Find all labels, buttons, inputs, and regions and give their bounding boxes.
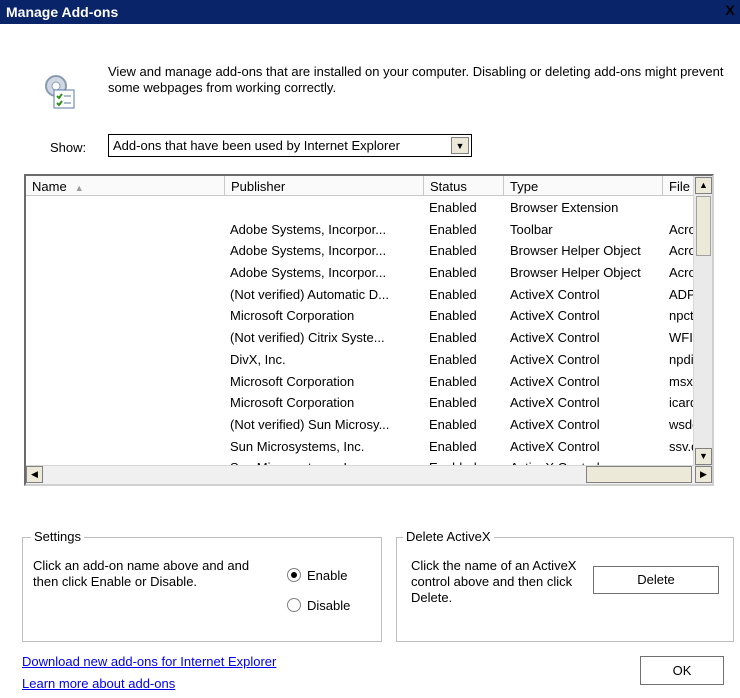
addon-status: Enabled xyxy=(429,243,477,259)
addon-file: ADPClie xyxy=(669,286,694,302)
addon-type: Browser Extension xyxy=(510,200,619,215)
column-header-status[interactable]: Status xyxy=(424,176,504,196)
settings-group: Settings Click an add-on name above and … xyxy=(22,529,382,642)
addon-status: Enabled xyxy=(429,286,477,302)
column-header-name[interactable]: Name ▲ xyxy=(26,176,225,196)
addons-table: Name▲ Publisher Status Type File {E2E2DD… xyxy=(24,174,714,486)
addon-file: wsdete xyxy=(669,416,694,432)
table-header: Name ▲ Publisher Status Type File xyxy=(26,176,694,196)
table-row[interactable]: Free Threaded XML DO...Microsoft Corpora… xyxy=(26,371,694,393)
settings-legend: Settings xyxy=(31,529,84,544)
table-row[interactable]: ADPClient Class(Not verified) Automatic … xyxy=(26,284,694,306)
delete-activex-group: Delete ActiveX Click the name of an Acti… xyxy=(396,529,734,642)
delete-activex-instructions: Click the name of an ActiveX control abo… xyxy=(411,558,577,605)
table-row[interactable]: {E2E2DD38-D088-4134...EnabledBrowser Ext… xyxy=(26,197,694,219)
column-header-file[interactable]: File xyxy=(663,176,694,196)
show-selected-value: Add-ons that have been used by Internet … xyxy=(113,138,400,153)
settings-instructions: Click an add-on name above and and then … xyxy=(33,558,250,589)
table-row[interactable]: InformationCardSigninH...Microsoft Corpo… xyxy=(26,392,694,414)
addon-type: ActiveX Control xyxy=(510,373,600,389)
table-row[interactable]: Citrix ICA Client(Not verified) Citrix S… xyxy=(26,327,694,349)
addon-publisher: Microsoft Corporation xyxy=(230,373,355,389)
addon-publisher: (Not verified) Automatic D... xyxy=(230,286,389,302)
addon-status: Enabled xyxy=(429,221,477,237)
chevron-down-icon[interactable]: ▼ xyxy=(451,137,469,154)
sort-ascending-icon: ▲ xyxy=(74,183,84,193)
show-dropdown[interactable]: Add-ons that have been used by Internet … xyxy=(108,134,472,157)
addon-publisher: Adobe Systems, Incorpor... xyxy=(230,243,387,259)
addon-publisher: Adobe Systems, Incorpor... xyxy=(230,221,387,237)
addon-status: Enabled xyxy=(429,438,477,454)
scroll-up-icon[interactable]: ▲ xyxy=(695,177,712,194)
table-row[interactable]: AgControl ClassMicrosoft CorporationEnab… xyxy=(26,305,694,327)
learn-more-link[interactable]: Learn more about add-ons xyxy=(22,676,175,691)
radio-selected-icon xyxy=(287,568,301,582)
addon-type: ActiveX Control xyxy=(510,351,600,367)
addons-gear-icon xyxy=(40,72,78,110)
addon-type: Browser Helper Object xyxy=(510,265,641,281)
vertical-scroll-thumb[interactable] xyxy=(696,196,711,256)
horizontal-scroll-thumb[interactable] xyxy=(586,466,692,483)
addon-file: npctrl.1 xyxy=(669,308,694,324)
addon-type: Toolbar xyxy=(510,221,553,237)
download-addons-link[interactable]: Download new add-ons for Internet Explor… xyxy=(22,654,276,669)
scroll-down-icon[interactable]: ▼ xyxy=(695,448,712,465)
addon-type: ActiveX Control xyxy=(510,438,600,454)
table-row[interactable]: Java Plug-in 1.4.2_12Sun Microsystems, I… xyxy=(26,436,694,458)
addon-status: Enabled xyxy=(429,308,477,324)
horizontal-scrollbar[interactable]: ◀ ▶ xyxy=(26,465,712,484)
addon-publisher: (Not verified) Sun Microsy... xyxy=(230,416,390,432)
window-title: Manage Add-ons xyxy=(6,4,119,20)
title-bar: Manage Add-ons xyxy=(0,0,740,24)
table-row[interactable]: Adobe PDFAdobe Systems, Incorpor...Enabl… xyxy=(26,219,694,241)
addon-status: Enabled xyxy=(429,373,477,389)
addon-file: AcroIEH xyxy=(669,265,694,281)
show-label: Show: xyxy=(50,140,87,155)
addon-type: ActiveX Control xyxy=(510,416,600,432)
enable-radio[interactable]: Enable xyxy=(287,568,347,583)
table-row[interactable]: Adobe PDF Conversion ...Adobe Systems, I… xyxy=(26,240,694,262)
addon-status: Enabled xyxy=(429,330,477,346)
addon-status: Enabled xyxy=(429,265,477,281)
scroll-right-icon[interactable]: ▶ xyxy=(695,466,712,483)
close-button[interactable]: X xyxy=(722,2,738,18)
addon-file: npdivx3 xyxy=(669,351,694,367)
header-description: View and manage add-ons that are install… xyxy=(108,64,724,95)
addon-type: ActiveX Control xyxy=(510,330,600,346)
radio-unselected-icon xyxy=(287,598,301,612)
addon-publisher: (Not verified) Citrix Syste... xyxy=(230,330,385,346)
addon-type: ActiveX Control xyxy=(510,286,600,302)
disable-radio[interactable]: Disable xyxy=(287,598,350,613)
vertical-scrollbar[interactable]: ▲ ▼ xyxy=(693,176,712,465)
addon-status: Enabled xyxy=(429,395,477,411)
scroll-left-icon[interactable]: ◀ xyxy=(26,466,43,483)
addon-type: ActiveX Control xyxy=(510,395,600,411)
addon-file: WFICA xyxy=(669,330,694,346)
addon-file: msxml3 xyxy=(669,373,694,389)
addon-publisher: Sun Microsystems, Inc. xyxy=(230,438,365,454)
addon-publisher: Microsoft Corporation xyxy=(230,395,355,411)
table-row[interactable]: DivXBrowserPlugin ObjectDivX, Inc.Enable… xyxy=(26,349,694,371)
addon-status: Enabled xyxy=(429,351,477,367)
delete-activex-legend: Delete ActiveX xyxy=(403,529,494,544)
addon-file: AcroIEF xyxy=(669,221,694,237)
column-header-type[interactable]: Type xyxy=(504,176,663,196)
addon-publisher: DivX, Inc. xyxy=(230,351,286,367)
addon-publisher: Microsoft Corporation xyxy=(230,308,355,324)
addon-status: Enabled xyxy=(429,200,477,215)
column-header-publisher[interactable]: Publisher xyxy=(225,176,424,196)
addon-type: ActiveX Control xyxy=(510,308,600,324)
table-row[interactable]: isInstalled Class(Not verified) Sun Micr… xyxy=(26,414,694,436)
addon-type: Browser Helper Object xyxy=(510,243,641,259)
addon-publisher: Adobe Systems, Incorpor... xyxy=(230,265,387,281)
addon-file: icardie. xyxy=(669,395,694,411)
addon-file: AcroIEH xyxy=(669,243,694,259)
table-body: {E2E2DD38-D088-4134...EnabledBrowser Ext… xyxy=(26,197,694,479)
table-row[interactable]: Adobe PDF Reader Link...Adobe Systems, I… xyxy=(26,262,694,284)
addon-file: ssv.dll xyxy=(669,438,694,454)
delete-button[interactable]: Delete xyxy=(593,566,719,594)
addon-status: Enabled xyxy=(429,416,477,432)
ok-button[interactable]: OK xyxy=(640,656,724,685)
